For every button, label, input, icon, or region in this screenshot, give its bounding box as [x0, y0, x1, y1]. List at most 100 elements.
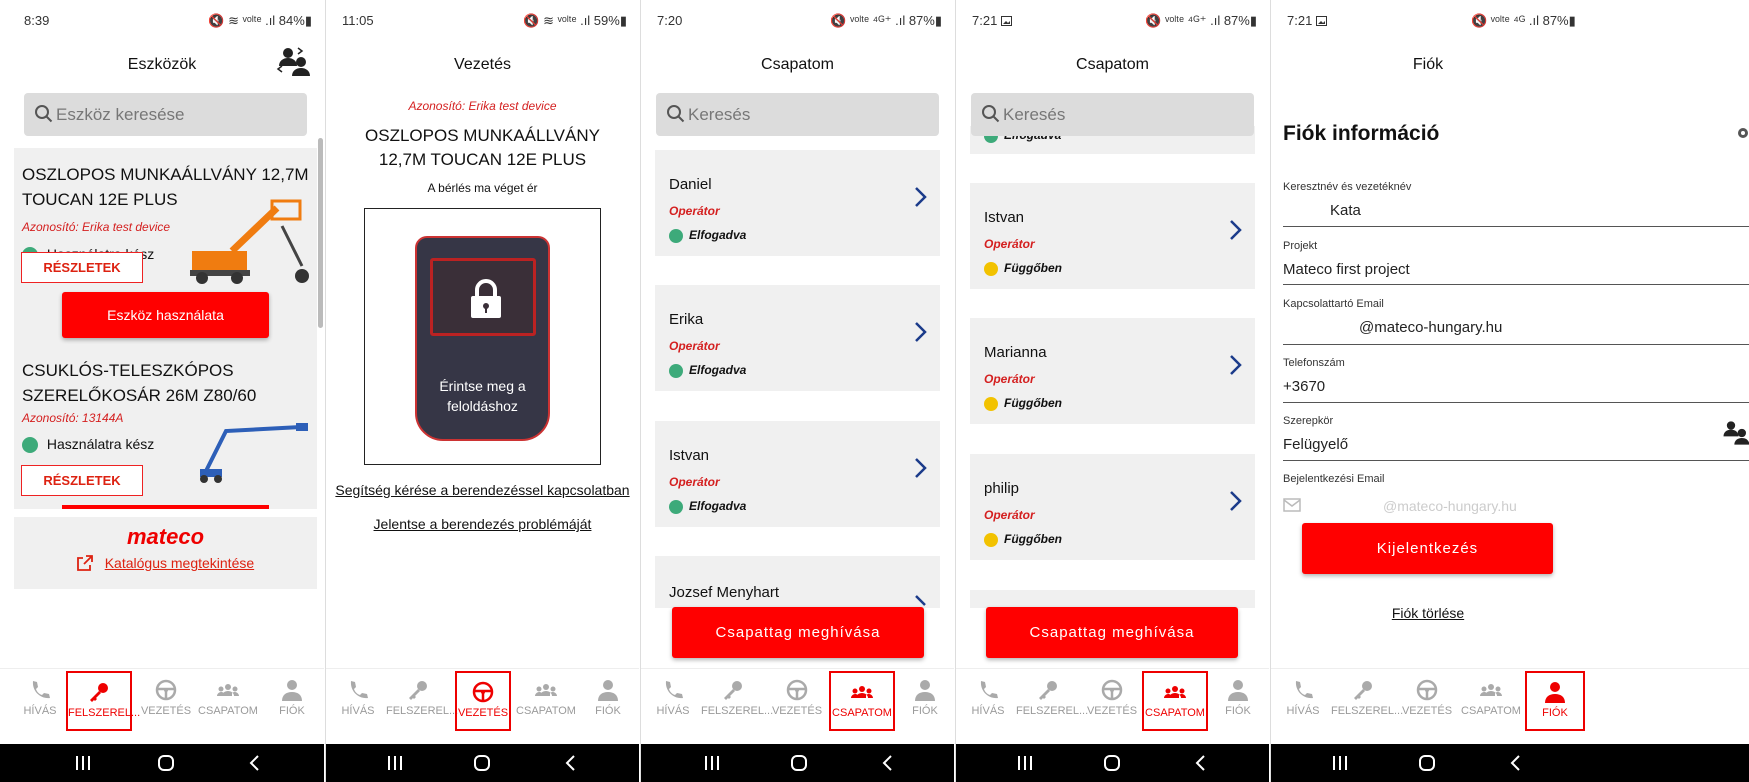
nav-equipment[interactable]: FELSZEREL...	[701, 679, 773, 717]
system-nav	[0, 744, 324, 782]
nav-driving[interactable]: VEZETÉS	[765, 679, 829, 717]
team-member-card[interactable]: Jozsef Menyhart	[655, 556, 940, 608]
team-member-card[interactable]: Daniel Operátor Elfogadva	[655, 150, 940, 256]
home-icon[interactable]	[1103, 754, 1121, 772]
nav-call[interactable]: HÍVÁS	[326, 679, 390, 717]
nav-driving[interactable]: VEZETÉS	[1395, 679, 1459, 717]
search-input[interactable]: Eszköz keresése	[24, 93, 307, 136]
field-underline	[1283, 402, 1749, 403]
scrollbar[interactable]	[318, 138, 323, 328]
nav-account[interactable]: FIÓK	[893, 679, 954, 717]
nav-equipment[interactable]: FELSZEREL...	[1016, 679, 1088, 717]
recent-apps-icon[interactable]	[1016, 754, 1034, 772]
contact-email-field[interactable]: @mateco-hungary.hu	[1359, 319, 1502, 336]
key-icon	[1354, 681, 1372, 700]
recent-apps-icon[interactable]	[74, 754, 92, 772]
back-icon[interactable]	[562, 754, 580, 772]
phone-icon	[350, 681, 368, 699]
member-state: Függőben	[984, 261, 1062, 276]
home-icon[interactable]	[1418, 754, 1436, 772]
catalog-card: mateco Katalógus megtekintése	[14, 517, 317, 589]
status-bar: 8:39 🔇 ≋ ᵛᵒˡᵗᵉ .ıl 84%▮	[0, 0, 324, 40]
report-link[interactable]: Jelentse a berendezés problémáját	[326, 516, 639, 532]
nav-label: VEZETÉS	[457, 707, 509, 719]
nav-team[interactable]: CSAPATOM	[196, 679, 260, 717]
member-name: Marianna	[984, 344, 1047, 361]
search-input[interactable]: Keresés	[971, 93, 1254, 136]
nav-label: HÍVÁS	[971, 705, 1005, 717]
lock-icon	[471, 279, 501, 318]
gear-icon[interactable]	[1735, 125, 1749, 141]
nav-account[interactable]: FIÓK	[260, 679, 324, 717]
back-icon[interactable]	[1507, 754, 1525, 772]
nav-equipment[interactable]: FELSZEREL...	[1331, 679, 1403, 717]
nav-call[interactable]: HÍVÁS	[956, 679, 1020, 717]
nav-account[interactable]: FIÓK	[1206, 679, 1269, 717]
nav-account[interactable]: FIÓK	[576, 679, 639, 717]
recent-apps-icon[interactable]	[386, 754, 404, 772]
status-time: 11:05	[342, 13, 374, 28]
home-icon[interactable]	[790, 754, 808, 772]
nav-team[interactable]: CSAPATOM	[514, 679, 578, 717]
logout-button[interactable]: Kijelentkezés	[1302, 523, 1553, 574]
nav-label: CSAPATOM	[1145, 707, 1205, 719]
member-state: Függőben	[984, 396, 1062, 411]
nav-call[interactable]: HÍVÁS	[641, 679, 705, 717]
page-title: Csapatom	[1076, 56, 1149, 73]
nav-team[interactable]: CSAPATOM	[1142, 671, 1208, 731]
role-switch-icon[interactable]	[1721, 418, 1749, 448]
nav-team[interactable]: CSAPATOM	[829, 671, 895, 731]
team-member-card[interactable]: Erika Operátor Elfogadva	[655, 285, 940, 391]
team-member-card[interactable]: philip Operátor Függőben	[970, 454, 1255, 560]
team-member-card[interactable]: Marianna Operátor Függőben	[970, 318, 1255, 424]
nav-call[interactable]: HÍVÁS	[1271, 679, 1335, 717]
search-input[interactable]: Keresés	[656, 93, 939, 136]
invite-member-button[interactable]: Csapattag meghívása	[986, 607, 1238, 658]
team-member-card-partial[interactable]	[970, 590, 1255, 608]
nav-driving[interactable]: VEZETÉS	[134, 679, 198, 717]
system-nav	[956, 744, 1269, 782]
nav-equipment[interactable]: FELSZEREL...	[386, 679, 458, 717]
catalog-link-text: Katalógus megtekintése	[104, 555, 255, 571]
search-icon	[982, 105, 1000, 123]
project-field[interactable]: Mateco first project	[1283, 261, 1410, 278]
recent-apps-icon[interactable]	[1331, 754, 1349, 772]
nav-label: FIÓK	[595, 705, 621, 717]
section-heading: Fiók információ	[1283, 122, 1440, 145]
details-button[interactable]: RÉSZLETEK	[21, 465, 143, 496]
page-title: Csapatom	[761, 56, 834, 73]
use-device-button[interactable]: Eszköz használata	[62, 292, 269, 338]
help-link[interactable]: Segítség kérése a berendezéssel kapcsola…	[326, 482, 639, 498]
nav-call[interactable]: HÍVÁS	[8, 679, 72, 717]
nav-account[interactable]: FIÓK	[1525, 671, 1585, 731]
invite-member-button[interactable]: Csapattag meghívása	[672, 607, 924, 658]
nav-equipment[interactable]: FELSZEREL...	[66, 671, 140, 731]
role-field[interactable]: Felügyelő	[1283, 436, 1348, 453]
delete-account-link[interactable]: Fiók törlése	[1271, 605, 1585, 621]
recent-apps-icon[interactable]	[703, 754, 721, 772]
phone-field[interactable]: +3670	[1283, 378, 1325, 395]
unlock-frame: Érintse meg a feloldáshoz	[364, 208, 601, 465]
name-field[interactable]: Kata	[1330, 202, 1361, 219]
nav-team[interactable]: CSAPATOM	[1459, 679, 1523, 717]
field-underline	[1283, 460, 1749, 461]
chevron-right-icon	[915, 187, 927, 207]
team-icon	[217, 684, 239, 696]
status-dot	[669, 363, 683, 378]
team-switch-icon[interactable]	[276, 44, 312, 80]
use-device-button-partial[interactable]	[62, 505, 269, 509]
unlock-button[interactable]: Érintse meg a feloldáshoz	[415, 236, 550, 441]
team-member-card[interactable]: Istvan Operátor Elfogadva	[655, 421, 940, 527]
details-button[interactable]: RÉSZLETEK	[21, 252, 143, 283]
home-icon[interactable]	[157, 754, 175, 772]
member-role: Operátor	[669, 339, 720, 353]
nav-driving[interactable]: VEZETÉS	[1080, 679, 1144, 717]
nav-label: VEZETÉS	[1401, 705, 1453, 717]
nav-driving[interactable]: VEZETÉS	[455, 671, 511, 731]
back-icon[interactable]	[879, 754, 897, 772]
back-icon[interactable]	[1192, 754, 1210, 772]
back-icon[interactable]	[246, 754, 264, 772]
team-member-card[interactable]: Istvan Operátor Függőben	[970, 183, 1255, 289]
home-icon[interactable]	[473, 754, 491, 772]
catalog-link[interactable]: Katalógus megtekintése	[14, 555, 317, 571]
